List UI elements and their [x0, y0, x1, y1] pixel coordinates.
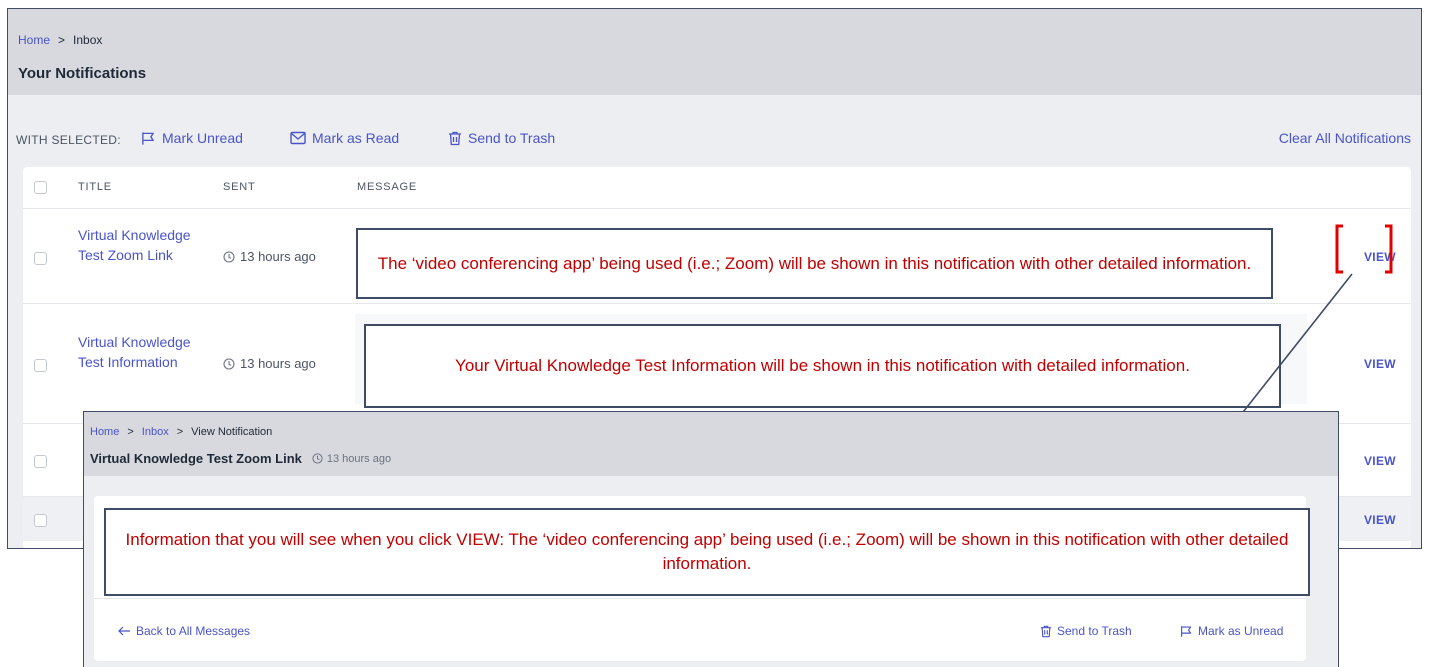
breadcrumb-current: Inbox: [73, 33, 103, 47]
breadcrumb-separator: >: [58, 33, 66, 47]
column-header-message: MESSAGE: [357, 181, 418, 193]
notification-heading: Virtual Knowledge Test Zoom Link 13 hour…: [90, 451, 391, 466]
mark-as-read-button[interactable]: Mark as Read: [290, 130, 399, 146]
breadcrumb-home-link[interactable]: Home: [90, 426, 119, 438]
row-checkbox[interactable]: [34, 359, 47, 372]
view-information-callout: Information that you will see when you c…: [104, 508, 1310, 596]
send-to-trash-label: Send to Trash: [1057, 624, 1132, 638]
breadcrumb-current: View Notification: [191, 426, 273, 438]
mark-as-unread-button[interactable]: Mark as Unread: [1180, 624, 1283, 638]
select-all-checkbox[interactable]: [34, 181, 47, 194]
row-checkbox[interactable]: [34, 514, 47, 527]
clock-icon: [312, 453, 323, 464]
with-selected-label: WITH SELECTED:: [16, 133, 121, 147]
view-button[interactable]: VIEW: [1364, 513, 1396, 527]
mark-as-read-label: Mark as Read: [312, 130, 400, 146]
bulk-actions-toolbar: WITH SELECTED: Mark Unread Mark as Read …: [8, 129, 1421, 151]
clear-all-notifications-link[interactable]: Clear All Notifications: [1279, 130, 1411, 146]
breadcrumb-separator: >: [176, 426, 184, 438]
page-title: Your Notifications: [18, 65, 147, 82]
row-checkbox[interactable]: [34, 455, 47, 468]
flag-icon: [1181, 625, 1192, 637]
sent-time-text: 13 hours ago: [240, 249, 316, 264]
notification-title-link[interactable]: Virtual Knowledge Test Information: [78, 332, 208, 372]
view-notification-header: Home > Inbox > View Notification Virtual Kno…: [84, 412, 1338, 476]
breadcrumb-home-link[interactable]: Home: [18, 33, 50, 47]
row-checkbox[interactable]: [34, 252, 47, 265]
body-divider: [94, 598, 1306, 599]
breadcrumb-separator: >: [127, 426, 134, 438]
back-to-all-messages-link[interactable]: Back to All Messages: [118, 624, 250, 638]
view-highlight-bracket: [1335, 224, 1393, 274]
mark-unread-label: Mark Unread: [162, 130, 243, 146]
breadcrumb: Home > Inbox: [18, 33, 102, 47]
trash-icon: [449, 131, 461, 145]
page-header: Home > Inbox Your Notifications: [8, 9, 1421, 95]
mark-unread-button[interactable]: Mark Unread: [141, 130, 243, 146]
trash-icon: [1040, 625, 1052, 637]
back-to-all-messages-label: Back to All Messages: [136, 624, 251, 638]
notification-title: Virtual Knowledge Test Zoom Link: [90, 451, 302, 466]
clock-icon: [223, 357, 235, 370]
sent-time-text: 13 hours ago: [240, 356, 316, 371]
clock-icon: [223, 250, 235, 263]
sent-time: 13 hours ago: [312, 453, 391, 465]
column-header-sent: SENT: [223, 181, 256, 193]
mark-as-unread-label: Mark as Unread: [1198, 624, 1284, 638]
send-to-trash-button[interactable]: Send to Trash: [448, 130, 555, 146]
notification-title-link[interactable]: Virtual Knowledge Test Zoom Link: [78, 225, 208, 265]
sent-time-text: 13 hours ago: [326, 452, 392, 465]
sent-time: 13 hours ago: [223, 249, 316, 264]
flag-icon: [142, 131, 154, 145]
send-to-trash-button[interactable]: Send to Trash: [1040, 624, 1132, 638]
breadcrumb-inbox-link[interactable]: Inbox: [142, 426, 169, 438]
arrow-left-icon: [118, 626, 130, 636]
zoom-link-callout: The ‘video conferencing app’ being used …: [356, 228, 1273, 299]
column-header-title: TITLE: [78, 181, 112, 193]
breadcrumb: Home > Inbox > View Notification: [90, 426, 272, 438]
envelope-icon: [290, 131, 306, 145]
send-to-trash-label: Send to Trash: [468, 130, 556, 146]
sent-time: 13 hours ago: [223, 356, 316, 371]
test-information-callout: Your Virtual Knowledge Test Information …: [364, 324, 1281, 408]
